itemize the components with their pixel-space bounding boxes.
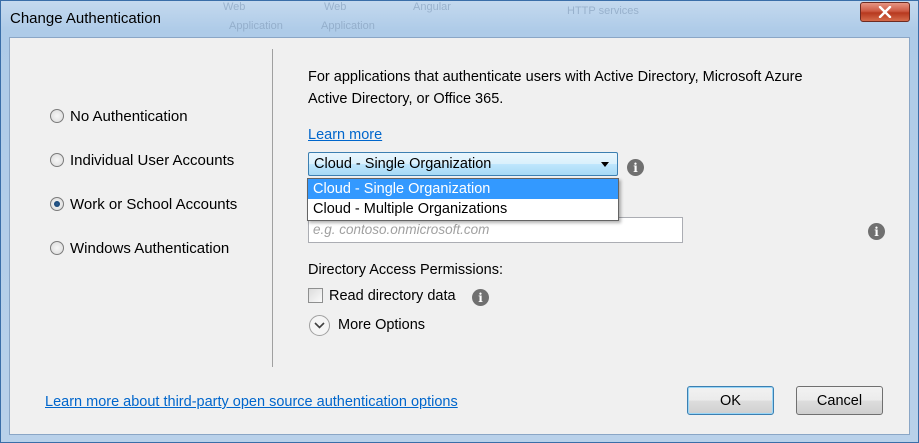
close-button[interactable]	[860, 2, 910, 22]
radio-label: Work or School Accounts	[70, 195, 238, 213]
background-ghost-label: Web	[324, 1, 347, 13]
select-value: Cloud - Single Organization	[314, 156, 492, 172]
radio-windows-authentication[interactable]: Windows Authentication	[50, 238, 229, 258]
radio-button-selected[interactable]	[50, 197, 64, 211]
title-bar[interactable]: Web Web Angular Application Application …	[1, 1, 918, 37]
chevron-down-icon	[314, 322, 325, 329]
radio-no-authentication[interactable]: No Authentication	[50, 106, 188, 126]
radio-label: Individual User Accounts	[70, 151, 235, 169]
change-authentication-dialog: Web Web Angular Application Application …	[0, 0, 919, 443]
background-ghost-label: HTTP services	[567, 5, 639, 17]
radio-work-or-school-accounts[interactable]: Work or School Accounts	[50, 194, 237, 214]
radio-button[interactable]	[50, 109, 64, 123]
dropdown-arrow-icon	[601, 162, 609, 167]
background-ghost-label: Application	[229, 20, 283, 32]
organization-select[interactable]: Cloud - Single Organization	[308, 152, 618, 176]
organization-dropdown-list: Cloud - Single Organization Cloud - Mult…	[307, 178, 619, 221]
radio-individual-user-accounts[interactable]: Individual User Accounts	[50, 150, 234, 170]
ok-button[interactable]: OK	[687, 386, 774, 415]
read-directory-checkbox[interactable]	[308, 288, 323, 303]
background-ghost-label: Web	[223, 1, 246, 13]
learn-more-link[interactable]: Learn more	[308, 127, 382, 143]
radio-label: No Authentication	[70, 107, 188, 125]
description-text: For applications that authenticate users…	[308, 69, 803, 107]
background-ghost-label: Application	[321, 20, 375, 32]
dropdown-option-multiple-organizations[interactable]: Cloud - Multiple Organizations	[308, 199, 618, 219]
dialog-body: No Authentication Individual User Accoun…	[9, 37, 910, 435]
background-ghost-label: Angular	[413, 1, 451, 13]
radio-label: Windows Authentication	[70, 239, 230, 257]
third-party-auth-link[interactable]: Learn more about third-party open source…	[45, 394, 458, 410]
info-icon[interactable]: i	[472, 289, 489, 306]
info-icon[interactable]: i	[868, 223, 885, 240]
dialog-title: Change Authentication	[10, 10, 161, 27]
close-icon	[878, 6, 892, 18]
radio-button[interactable]	[50, 153, 64, 167]
dropdown-option-single-organization[interactable]: Cloud - Single Organization	[308, 179, 618, 199]
info-icon[interactable]: i	[627, 159, 644, 176]
more-options-toggle[interactable]	[309, 315, 330, 336]
vertical-divider	[272, 49, 273, 367]
cancel-button[interactable]: Cancel	[796, 386, 883, 415]
radio-button[interactable]	[50, 241, 64, 255]
more-options-label[interactable]: More Options	[338, 317, 425, 333]
permissions-label: Directory Access Permissions:	[308, 262, 503, 278]
read-directory-label: Read directory data	[329, 288, 456, 304]
